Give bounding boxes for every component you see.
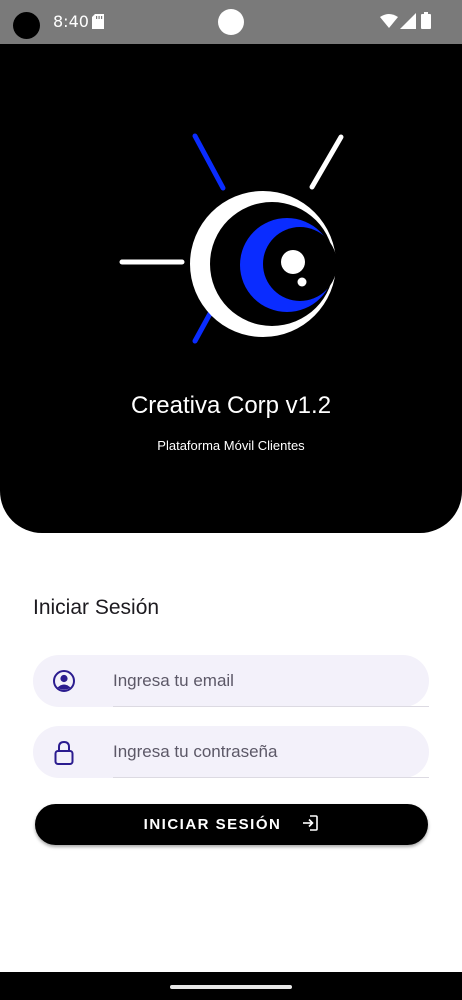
login-button-label: INICIAR SESIÓN xyxy=(143,816,282,833)
app-subtitle: Plataforma Móvil Clientes xyxy=(157,438,305,453)
sd-card-icon xyxy=(92,14,104,34)
hero-banner: Creativa Corp v1.2 Plataforma Móvil Clie… xyxy=(0,44,462,533)
email-input[interactable] xyxy=(113,655,413,707)
status-bar: 8:40 xyxy=(0,0,462,44)
user-circle-icon xyxy=(52,669,76,698)
system-nav-bar xyxy=(0,972,462,1000)
login-arrow-icon xyxy=(301,814,319,835)
status-time: 8:40 xyxy=(53,12,89,31)
app-title: Creativa Corp v1.2 xyxy=(130,392,332,419)
email-field[interactable] xyxy=(33,655,429,707)
login-button[interactable]: INICIAR SESIÓN xyxy=(35,804,428,845)
camera-cutout xyxy=(13,12,40,39)
battery-icon xyxy=(421,12,431,34)
password-field[interactable] xyxy=(33,726,429,778)
home-indicator[interactable] xyxy=(170,985,292,989)
lock-icon xyxy=(52,740,76,771)
signal-icon xyxy=(400,13,416,34)
eye-logo-icon xyxy=(110,88,350,355)
login-title: Iniciar Sesión xyxy=(33,596,160,619)
password-input[interactable] xyxy=(113,726,413,778)
wifi-icon xyxy=(380,14,398,33)
front-camera xyxy=(218,9,244,35)
